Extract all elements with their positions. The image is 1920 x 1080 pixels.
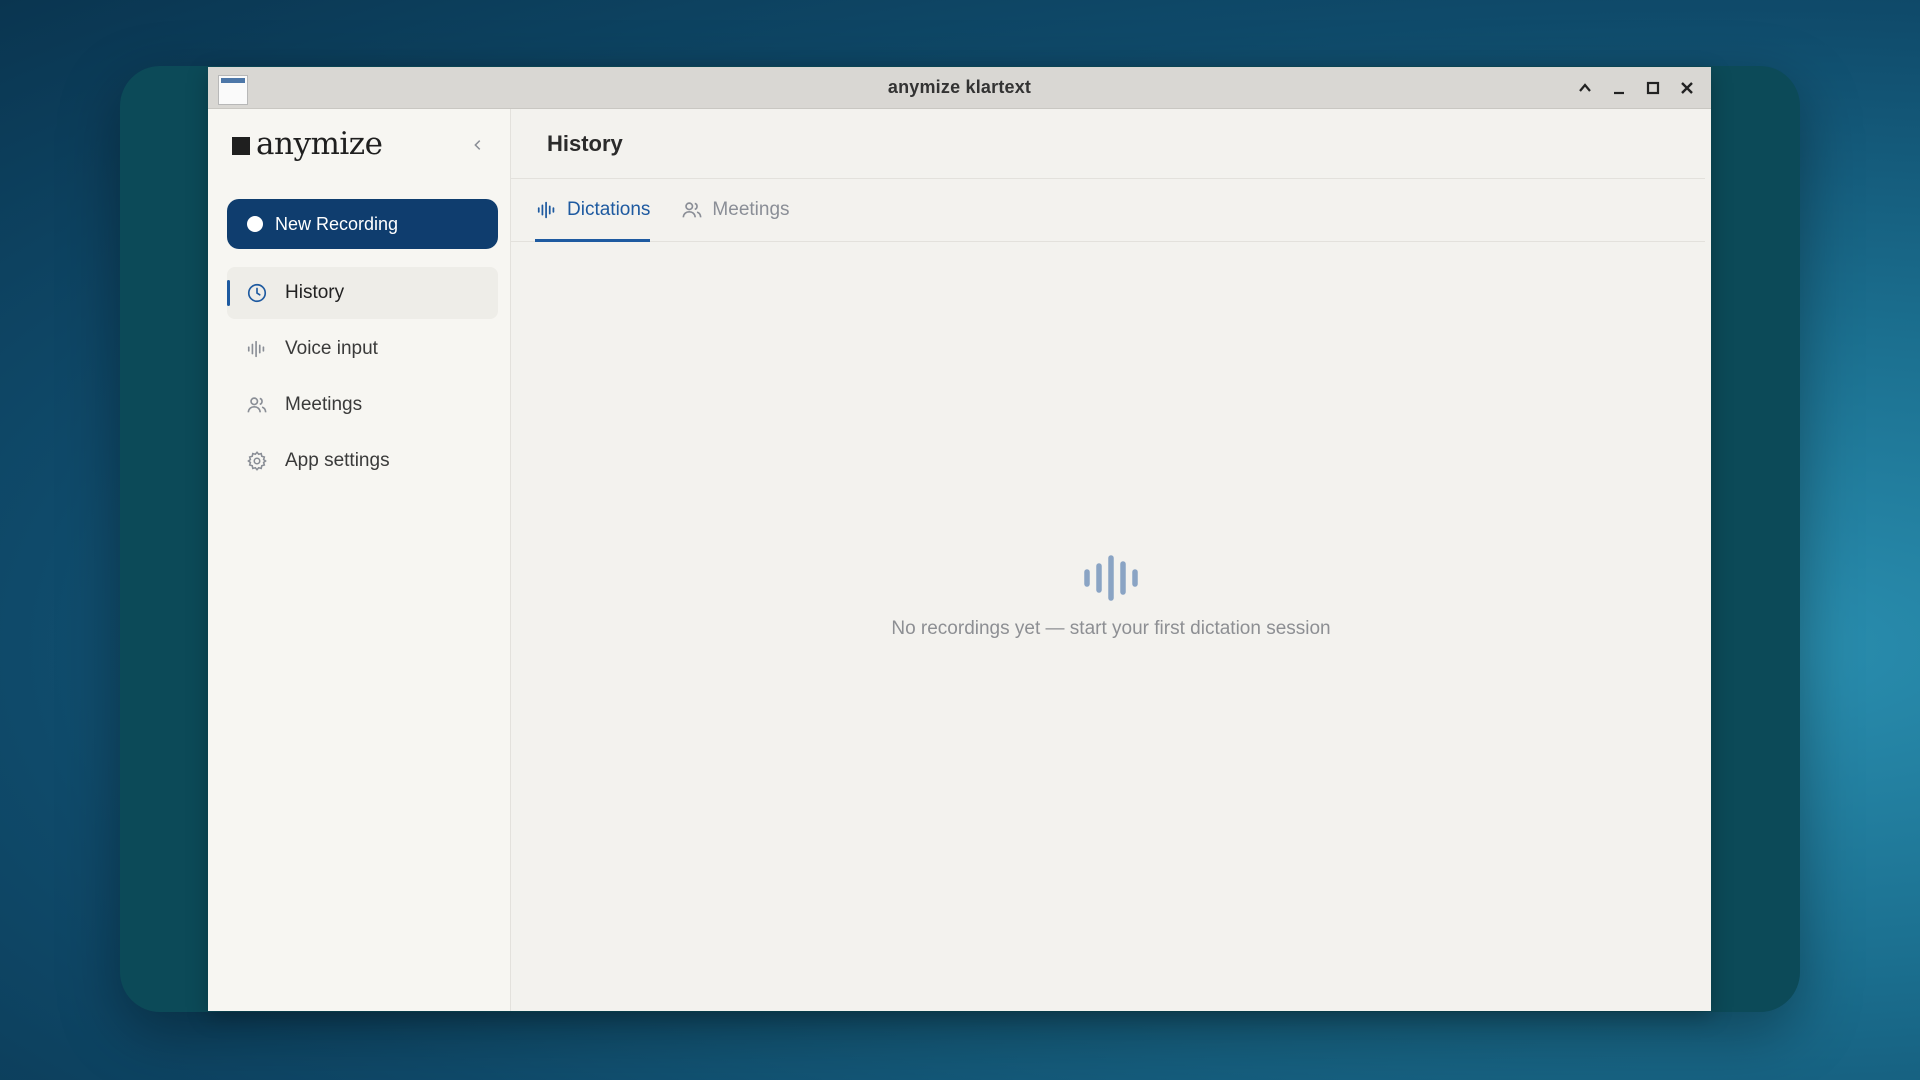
tab-label: Dictations: [567, 199, 651, 220]
sidebar-item-label: Voice input: [285, 338, 378, 359]
tab-bar: Dictations Meetings: [511, 179, 1705, 242]
logo-square-icon: [232, 137, 250, 155]
sidebar-item-label: App settings: [285, 450, 390, 471]
main-content: History Dictations Meetings No recording…: [511, 109, 1711, 1011]
gear-icon: [245, 449, 269, 473]
minimize-button[interactable]: [1609, 78, 1629, 98]
close-button[interactable]: [1677, 78, 1697, 98]
maximize-icon: [1646, 81, 1660, 95]
new-recording-label: New Recording: [275, 213, 399, 234]
empty-state: No recordings yet — start your first dic…: [511, 554, 1711, 640]
app-window-icon[interactable]: [218, 75, 248, 105]
empty-state-message: No recordings yet — start your first dic…: [891, 618, 1331, 639]
logo-text: anymize: [256, 126, 383, 162]
new-recording-button[interactable]: New Recording: [227, 199, 498, 249]
title-bar: anymize klartext: [208, 67, 1711, 109]
sidebar-item-history[interactable]: History: [227, 267, 498, 319]
tab-label: Meetings: [712, 199, 790, 220]
sidebar-item-app-settings[interactable]: App settings: [227, 435, 498, 487]
sidebar-item-label: History: [285, 282, 345, 303]
waveform-icon: [245, 337, 269, 361]
users-icon: [680, 198, 704, 222]
waveform-icon: [1084, 555, 1138, 601]
chevron-up-icon: [1579, 83, 1591, 92]
sidebar-item-voice-input[interactable]: Voice input: [227, 323, 498, 375]
close-icon: [1681, 82, 1693, 94]
tab-meetings[interactable]: Meetings: [680, 179, 790, 241]
sidebar-item-label: Meetings: [285, 394, 363, 415]
page-header: History: [511, 109, 1705, 179]
window-controls: [1575, 67, 1697, 109]
logo: anymize: [208, 109, 510, 179]
app-window: anymize klartext anymize New Recording H…: [208, 67, 1711, 1011]
shade-button[interactable]: [1575, 78, 1595, 98]
clock-icon: [245, 281, 269, 305]
users-icon: [245, 393, 269, 417]
maximize-button[interactable]: [1643, 78, 1663, 98]
chevron-left-icon: [474, 140, 481, 150]
sidebar: anymize New Recording History Voice inpu…: [208, 109, 511, 1011]
sidebar-nav: History Voice input Meetings App setting…: [208, 267, 510, 487]
page-title: History: [547, 130, 623, 156]
collapse-sidebar-button[interactable]: [468, 135, 488, 155]
waveform-icon: [535, 198, 559, 222]
window-title: anymize klartext: [887, 77, 1032, 97]
sidebar-item-meetings[interactable]: Meetings: [227, 379, 498, 431]
minimize-icon: [1614, 91, 1624, 95]
tab-dictations[interactable]: Dictations: [535, 179, 651, 242]
record-dot-icon: [247, 216, 263, 232]
